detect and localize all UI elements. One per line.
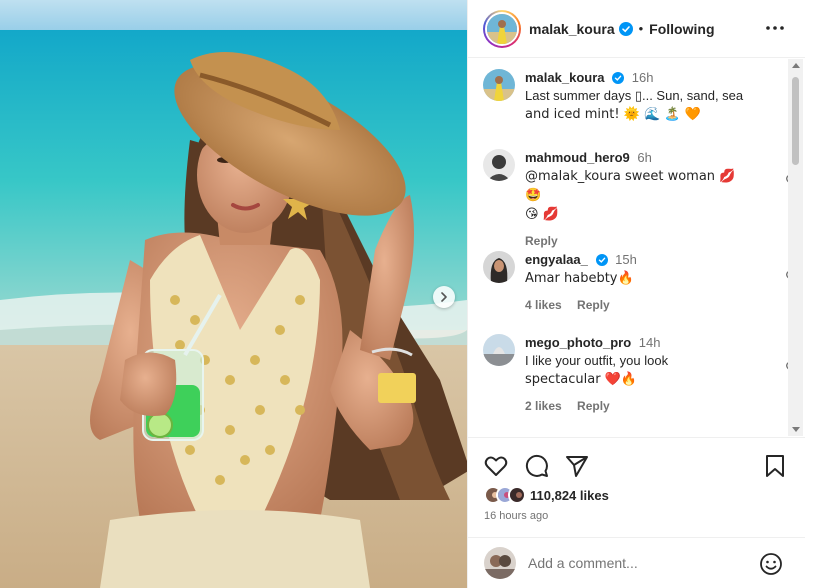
next-photo-button[interactable]: [433, 286, 455, 308]
add-comment-input[interactable]: [528, 555, 748, 571]
beach-photo: [0, 0, 467, 588]
comment-username[interactable]: mego_photo_pro: [525, 335, 631, 350]
caption-text-line2: and iced mint! 🌞 🌊 🏝️ 🧡: [525, 107, 701, 122]
post-actions: 110,824 likes 16 hours ago: [468, 437, 805, 537]
avatar-image: [483, 69, 515, 101]
comment-text-line1: @malak_koura sweet woman 💋 🤩: [525, 169, 736, 203]
share-icon[interactable]: [565, 454, 589, 478]
caption-time[interactable]: 16h: [632, 70, 654, 85]
author-avatar[interactable]: [483, 9, 521, 48]
reply-button[interactable]: Reply: [577, 399, 610, 413]
avatar-image: [483, 251, 515, 283]
post-header: malak_koura • Following: [468, 0, 805, 58]
caption-avatar[interactable]: [483, 69, 515, 101]
avatar-image: [483, 334, 515, 366]
comment-text-line1: Amar habebty🔥: [525, 271, 634, 286]
heart-icon[interactable]: [484, 454, 508, 478]
comment-meta: 2 likes Reply: [525, 397, 755, 415]
post-time[interactable]: 16 hours ago: [484, 510, 548, 522]
comment-text-line2: spectacular ❤️🔥: [525, 372, 638, 387]
post-side-panel: malak_koura • Following malak_koura 16h …: [467, 0, 805, 588]
likes-summary[interactable]: 110,824 likes: [484, 486, 609, 504]
emoji-smile-icon[interactable]: [759, 552, 783, 576]
current-user-avatar: [484, 547, 516, 579]
chevron-right-icon: [441, 292, 447, 302]
caption-body: malak_koura 16h Last summer days ▯... Su…: [525, 69, 755, 124]
comment-time[interactable]: 6h: [637, 150, 651, 165]
separator-dot: •: [638, 21, 644, 36]
verified-badge-icon: [618, 21, 633, 36]
caption-text-line1: Last summer days ▯... Sun, sand, sea: [525, 88, 744, 103]
following-button[interactable]: Following: [649, 21, 714, 37]
verified-badge-icon: [612, 72, 625, 84]
comment-time[interactable]: 14h: [639, 335, 661, 350]
comments-list[interactable]: malak_koura 16h Last summer days ▯... Su…: [468, 59, 788, 436]
more-horizontal-icon[interactable]: [765, 18, 785, 38]
comment-likes[interactable]: 2 likes: [525, 399, 562, 413]
bookmark-icon[interactable]: [764, 454, 786, 478]
commenter-avatar[interactable]: [483, 251, 515, 283]
scroll-down-icon[interactable]: [792, 427, 800, 432]
reply-button[interactable]: Reply: [525, 234, 558, 248]
avatar-image: [487, 13, 517, 44]
post-modal: malak_koura • Following malak_koura 16h …: [0, 0, 822, 588]
comment-likes[interactable]: 4 likes: [525, 298, 562, 312]
comment-body: engyalaa_ 15h Amar habebty🔥 4 likes Repl…: [525, 251, 755, 314]
comment-body: mego_photo_pro 14h I like your outfit, y…: [525, 334, 755, 415]
caption-username[interactable]: malak_koura: [525, 70, 605, 85]
comment-meta: 4 likes Reply: [525, 296, 755, 314]
post-photo[interactable]: [0, 0, 467, 588]
commenter-avatar[interactable]: [483, 334, 515, 366]
author-username[interactable]: malak_koura: [529, 21, 615, 37]
commenter-avatar[interactable]: [483, 149, 515, 181]
comment-text-line1: I like your outfit, you look: [525, 353, 669, 368]
scroll-up-icon[interactable]: [792, 63, 800, 68]
liker-avatar: [508, 486, 526, 504]
reply-button[interactable]: Reply: [577, 298, 610, 312]
comment-username[interactable]: mahmoud_hero9: [525, 150, 630, 165]
likes-count[interactable]: 110,824 likes: [530, 488, 609, 503]
comments-scrollbar[interactable]: [788, 59, 803, 436]
comment-time[interactable]: 15h: [615, 252, 637, 267]
comment-icon[interactable]: [525, 454, 549, 478]
comment-meta: Reply: [525, 232, 755, 250]
comment-body: mahmoud_hero9 6h @malak_koura sweet woma…: [525, 149, 755, 250]
comment-text-line2: 😘 💋: [525, 207, 559, 222]
scrollbar-thumb[interactable]: [792, 77, 799, 165]
add-comment-bar: [468, 537, 805, 588]
verified-badge-icon: [595, 254, 608, 266]
comment-username[interactable]: engyalaa_: [525, 252, 588, 267]
avatar-image: [483, 149, 515, 181]
